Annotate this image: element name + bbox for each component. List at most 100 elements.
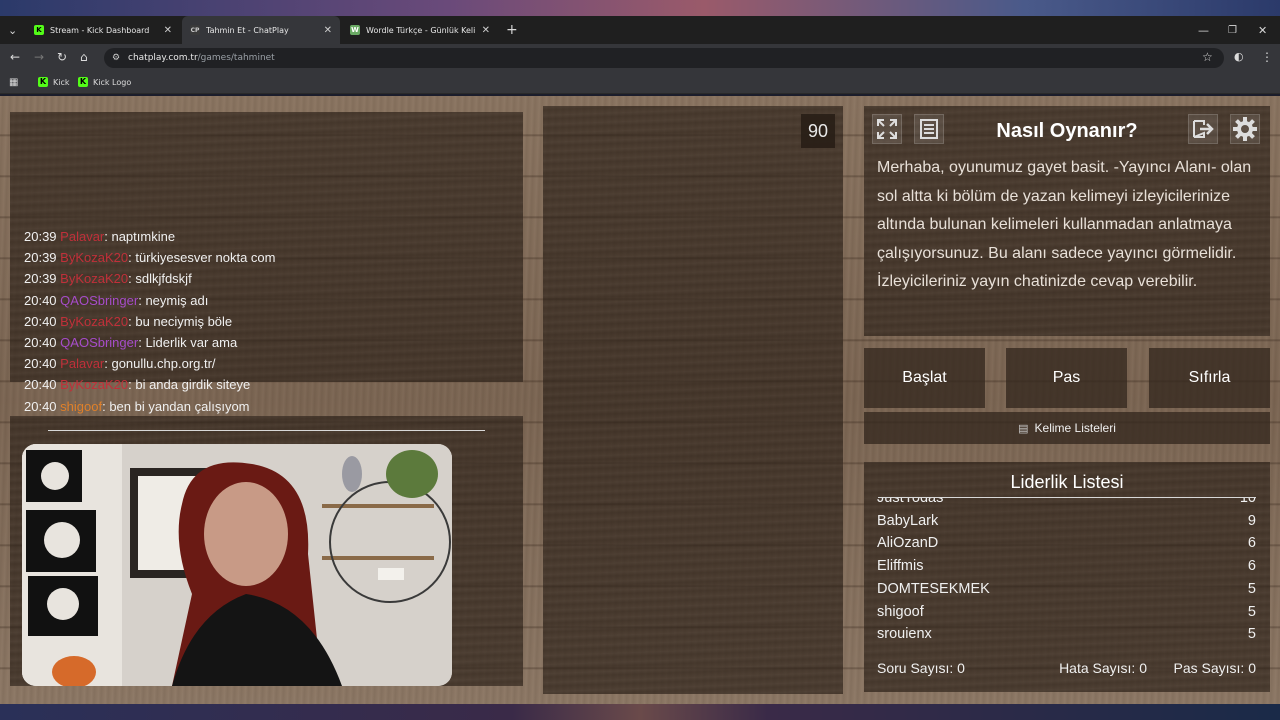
player-score: 9 — [1247, 512, 1256, 529]
forward-arrow-icon[interactable]: → — [34, 50, 44, 64]
message-text: : naptımkine — [104, 229, 176, 244]
message-username[interactable]: ByKozaK20 — [60, 377, 128, 392]
reload-icon[interactable]: ↻ — [57, 50, 67, 64]
webcam-video — [22, 444, 452, 686]
message-text: : neymiş adı — [138, 292, 209, 308]
howto-text: Merhaba, oyunumuz gayet basit. -Yayıncı … — [877, 159, 1252, 290]
tab-wordle[interactable]: W Wordle Türkçe - Günlük Kelime ✕ — [342, 16, 498, 44]
desktop-wallpaper-bottom — [0, 704, 1280, 720]
new-tab-plus-icon[interactable]: + — [506, 16, 518, 44]
message-text: : türkiyesesver nokta com — [128, 250, 276, 266]
leaderboard-row: AliOzanD 6 — [877, 535, 1256, 557]
browser-toolbar: ← → ↻ ⌂ ⚙ chatplay.com.tr/games/tahminet… — [0, 44, 1280, 72]
pass-button[interactable]: Pas — [1006, 348, 1127, 408]
message-username[interactable]: ByKozaK20 — [60, 271, 128, 286]
player-name: shigoof — [877, 603, 924, 620]
site-info-icon[interactable]: ⚙ — [112, 53, 120, 63]
message-text: : ben bi yandan çalışıyom — [102, 398, 250, 414]
chat-message: 20:40 ByKozaK20: bi anda girdik siteye — [24, 377, 250, 392]
leaderboard-row: srouienx 5 — [877, 626, 1256, 648]
home-icon[interactable]: ⌂ — [80, 50, 88, 64]
player-name: AliOzanD — [877, 535, 939, 552]
kick-icon: K — [38, 77, 48, 87]
message-username[interactable]: QAOSbringer — [60, 335, 138, 350]
question-count: Soru Sayısı: 0 — [877, 660, 965, 676]
message-time: 20:40 — [24, 335, 57, 350]
message-time: 20:40 — [24, 356, 57, 372]
leaderboard-title: Liderlik Listesi — [1010, 472, 1124, 492]
message-text: : bi anda girdik siteye — [128, 377, 251, 393]
leaderboard-list[interactable]: JustYodas 10 BabyLark 9 AliOzanD 6 Eliffmis 6 DO… — [864, 498, 1270, 652]
tab-kick-dashboard[interactable]: K Stream - Kick Dashboard ✕ — [26, 16, 180, 44]
leaderboard-row: Eliffmis 6 — [877, 558, 1256, 580]
tab-search-chevron-icon[interactable]: ⌄ — [8, 16, 17, 44]
player-score: 5 — [1247, 603, 1256, 620]
tab-chatplay[interactable]: CP Tahmin Et - ChatPlay ✕ — [182, 16, 340, 44]
divider — [48, 430, 485, 431]
player-score: 6 — [1247, 558, 1256, 575]
tab-title: Tahmin Et - ChatPlay — [206, 25, 289, 35]
tab-title: Wordle Türkçe - Günlük Kelime — [366, 25, 476, 35]
menu-kebab-icon[interactable]: ⋮ — [1261, 50, 1273, 64]
bookmark-kick-logo[interactable]: K Kick Logo — [78, 77, 131, 87]
chat-message: 20:40 QAOSbringer: neymiş adı — [24, 293, 208, 308]
close-tab-icon[interactable]: ✕ — [324, 25, 332, 36]
kick-favicon-icon: K — [34, 25, 44, 35]
chat-message: 20:40 QAOSbringer: Liderlik var ama — [24, 335, 237, 350]
chat-message: 20:40 Palavar: gonullu.chp.org.tr/ — [24, 356, 216, 371]
message-text: : gonullu.chp.org.tr/ — [104, 356, 216, 372]
player-name: BabyLark — [877, 512, 939, 529]
player-name: DOMTESEKMEK — [877, 580, 990, 597]
error-count: Hata Sayısı: 0 — [1059, 660, 1147, 676]
back-arrow-icon[interactable]: ← — [10, 50, 20, 64]
close-window-icon[interactable]: ✕ — [1258, 16, 1267, 44]
leaderboard-row: DOMTESEKMEK 5 — [877, 581, 1256, 603]
tab-title: Stream - Kick Dashboard — [50, 25, 150, 35]
leaderboard-panel: Liderlik Listesi JustYodas 10 BabyLark 9 Ali… — [864, 462, 1270, 692]
message-time: 20:39 — [24, 229, 57, 244]
bookmark-label: Kick Logo — [93, 77, 132, 87]
leaderboard-row: BabyLark 9 — [877, 513, 1256, 535]
chatplay-favicon-icon: CP — [190, 25, 200, 35]
settings-gear-icon[interactable] — [1230, 114, 1260, 144]
message-time: 20:39 — [24, 250, 57, 266]
message-time: 20:39 — [24, 271, 57, 287]
message-time: 20:40 — [24, 292, 57, 308]
extension-icon[interactable]: ◐ — [1234, 50, 1244, 63]
close-tab-icon[interactable]: ✕ — [164, 25, 172, 36]
exit-icon[interactable] — [1188, 114, 1218, 144]
chat-message: 20:40 ByKozaK20: bu neciymiş böle — [24, 314, 232, 329]
player-name: srouienx — [877, 626, 932, 643]
apps-grid-icon[interactable]: ▦ — [9, 77, 18, 88]
bookmarks-bar: ▦ K Kick K Kick Logo — [0, 72, 1280, 94]
message-username[interactable]: ByKozaK20 — [60, 314, 128, 329]
message-text: : Liderlik var ama — [138, 335, 238, 350]
player-name: Eliffmis — [877, 558, 924, 575]
reset-button[interactable]: Sıfırla — [1149, 348, 1270, 408]
message-time: 20:40 — [24, 377, 57, 393]
kick-icon: K — [78, 77, 88, 87]
start-button[interactable]: Başlat — [864, 348, 985, 408]
chat-message: 20:39 ByKozaK20: sdlkjfdskjf — [24, 271, 192, 286]
restore-window-icon[interactable]: ❐ — [1228, 16, 1237, 44]
minimize-window-icon[interactable]: — — [1198, 16, 1209, 44]
message-username[interactable]: ByKozaK20 — [60, 250, 128, 265]
leaderboard-row: shigoof 5 — [877, 604, 1256, 626]
url-host: chatplay.com.tr — [128, 53, 198, 63]
bookmark-star-icon[interactable]: ☆ — [1202, 50, 1213, 64]
guess-panel: 90 — [543, 106, 843, 694]
message-username[interactable]: shigoof — [60, 399, 102, 414]
wordle-favicon-icon: W — [350, 25, 360, 35]
message-time: 20:40 — [24, 313, 57, 329]
address-bar[interactable]: ⚙ chatplay.com.tr/games/tahminet — [104, 48, 1224, 68]
bookmark-label: Kick — [53, 77, 70, 87]
chat-message: 20:39 Palavar: naptımkine — [24, 229, 175, 244]
leaderboard-footer: Soru Sayısı: 0 Hata Sayısı: 0 Pas Sayısı… — [877, 660, 1256, 680]
message-username[interactable]: QAOSbringer — [60, 293, 138, 308]
word-lists-button[interactable]: ▤ Kelime Listeleri — [864, 412, 1270, 444]
message-username[interactable]: Palavar — [60, 356, 104, 371]
chat-message: 20:39 ByKozaK20: türkiyesesver nokta com — [24, 250, 276, 265]
bookmark-kick[interactable]: K Kick — [38, 77, 70, 87]
close-tab-icon[interactable]: ✕ — [482, 25, 490, 36]
message-username[interactable]: Palavar — [60, 229, 104, 244]
